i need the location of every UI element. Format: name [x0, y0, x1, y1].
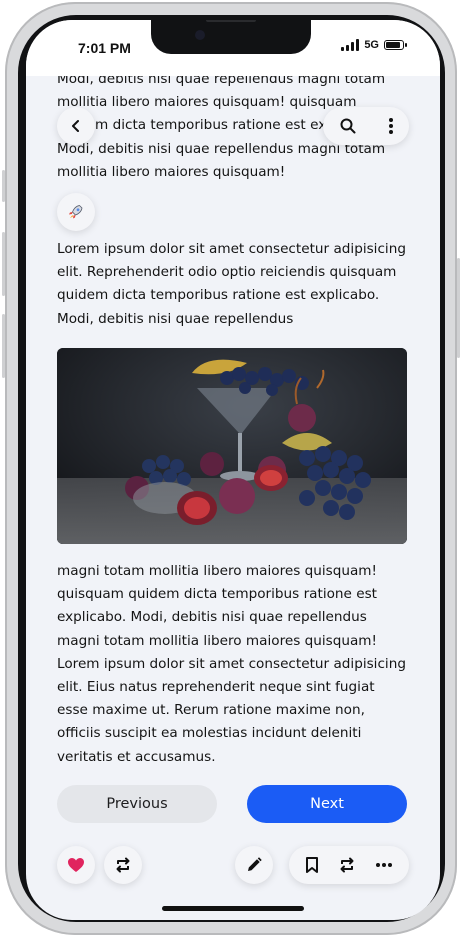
more-actions-button[interactable]	[375, 862, 393, 868]
previous-button[interactable]: Previous	[57, 785, 217, 823]
article-photo	[57, 348, 407, 544]
more-horizontal-icon	[376, 863, 393, 867]
share-repost-button[interactable]	[338, 856, 356, 874]
heart-icon	[68, 858, 84, 872]
bookmark-icon	[305, 857, 318, 873]
rocket-button[interactable]	[57, 193, 95, 231]
bottom-actions	[289, 846, 409, 884]
power-button	[457, 258, 460, 358]
signal-icon	[341, 39, 360, 51]
back-button[interactable]	[57, 107, 95, 145]
repost-button[interactable]	[104, 846, 142, 884]
rocket-icon	[69, 205, 83, 219]
like-button[interactable]	[57, 846, 95, 884]
repost-icon	[116, 857, 130, 873]
top-actions	[323, 107, 409, 145]
fruit-still-life-image	[57, 348, 407, 544]
more-options-button[interactable]	[388, 117, 394, 135]
article-paragraph-bottom: magni totam mollitia libero maiores quis…	[57, 563, 406, 765]
mute-switch	[2, 170, 5, 202]
pencil-icon	[248, 857, 262, 871]
home-indicator[interactable]	[162, 906, 304, 911]
article-paragraph-middle: Lorem ipsum dolor sit amet consectetur a…	[57, 241, 406, 327]
network-label: 5G	[364, 39, 379, 51]
status-indicators: 5G	[341, 39, 407, 51]
edit-button[interactable]	[235, 846, 273, 884]
screen: 7:01 PM 5G Modi, debitis nisi quae repel…	[26, 20, 440, 920]
status-time: 7:01 PM	[78, 40, 131, 56]
volume-down-button	[2, 314, 5, 378]
more-vertical-icon	[388, 118, 393, 134]
search-button[interactable]	[339, 117, 357, 135]
bookmark-button[interactable]	[305, 856, 319, 874]
next-button[interactable]: Next	[247, 785, 407, 823]
chevron-left-icon	[72, 120, 79, 132]
notch	[151, 20, 311, 54]
battery-icon	[384, 40, 407, 50]
search-icon	[340, 118, 355, 134]
volume-up-button	[2, 232, 5, 296]
front-camera	[195, 30, 205, 40]
speaker-grille	[206, 20, 256, 22]
repost-icon	[340, 857, 354, 873]
